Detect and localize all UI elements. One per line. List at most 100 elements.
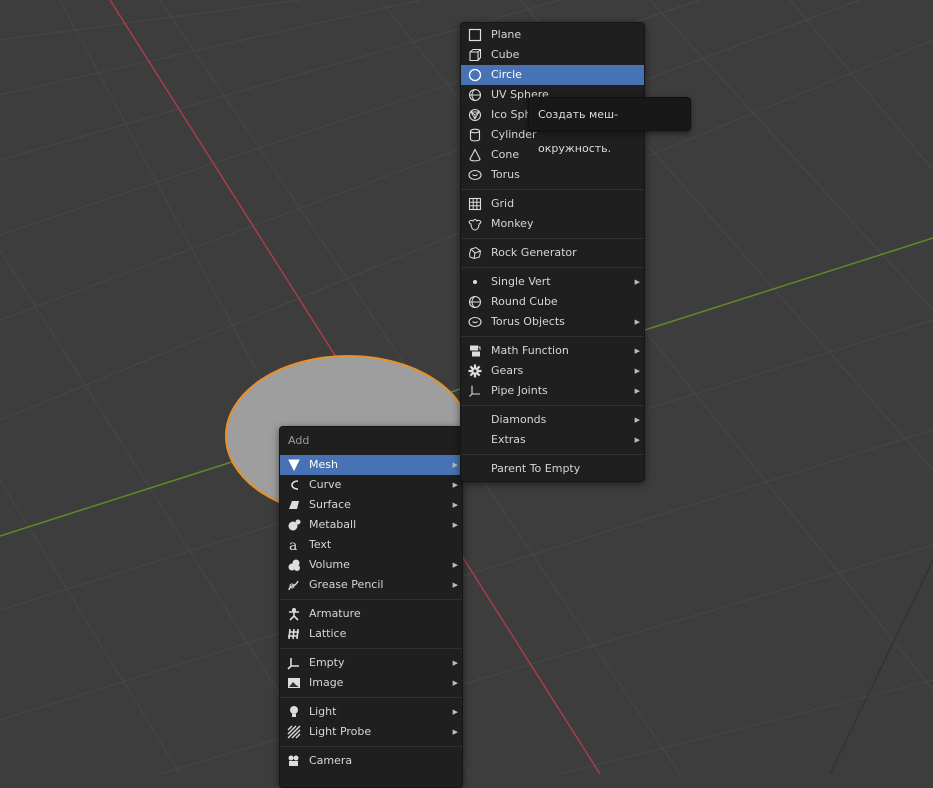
submenu-arrow-icon: ▶: [634, 347, 640, 355]
add-menu-item-image[interactable]: Image ▶: [280, 673, 462, 693]
light-icon: [287, 705, 301, 719]
add-menu-item-label: Text: [309, 538, 332, 551]
add-menu-item-label: Surface: [309, 498, 351, 511]
menu-separator: [461, 454, 644, 455]
mesh-menu-item-monkey[interactable]: Monkey: [461, 214, 644, 234]
add-menu-item-metaball[interactable]: Metaball ▶: [280, 515, 462, 535]
mesh-icon: [287, 458, 301, 472]
uv-sphere-icon: [468, 88, 482, 102]
add-menu-item-label: Camera: [309, 754, 353, 767]
torus-icon: [468, 315, 482, 329]
submenu-arrow-icon: ▶: [452, 659, 458, 667]
submenu-arrow-icon: ▶: [452, 521, 458, 529]
menu-separator: [461, 189, 644, 190]
add-menu-item-empty[interactable]: Empty ▶: [280, 653, 462, 673]
mesh-menu-item-extras[interactable]: Extras ▶: [461, 430, 644, 450]
mesh-menu-item-plane[interactable]: Plane: [461, 25, 644, 45]
submenu-arrow-icon: ▶: [452, 461, 458, 469]
mesh-menu-item-label: Math Function: [491, 344, 569, 357]
mesh-menu-item-label: Pipe Joints: [491, 384, 548, 397]
mesh-menu-item-cube[interactable]: Cube: [461, 45, 644, 65]
mesh-menu-item-rock-generator[interactable]: Rock Generator: [461, 243, 644, 263]
mesh-menu-item-label: Plane: [491, 28, 522, 41]
add-menu: Add Mesh ▶ Curve ▶ Surface ▶ Metaball ▶ a Text Vol…: [279, 426, 463, 788]
mesh-menu-item-parent-to-empty[interactable]: Parent To Empty: [461, 459, 644, 479]
submenu-arrow-icon: ▶: [634, 278, 640, 286]
mesh-menu-item-gears[interactable]: Gears ▶: [461, 361, 644, 381]
mesh-menu-item-pipe-joints[interactable]: Pipe Joints ▶: [461, 381, 644, 401]
plane-icon: [468, 28, 482, 42]
circle-icon: [468, 68, 482, 82]
mesh-menu-items: Plane Cube Circle UV Sphere Ico Sphere Cylind…: [461, 25, 644, 479]
mesh-menu-item-label: Parent To Empty: [491, 462, 581, 475]
add-menu-item-armature[interactable]: Armature: [280, 604, 462, 624]
mesh-menu-item-torus-objects[interactable]: Torus Objects ▶: [461, 312, 644, 332]
mesh-menu-item-round-cube[interactable]: Round Cube: [461, 292, 644, 312]
mesh-menu-item-label: Cone: [491, 148, 520, 161]
mesh-menu-item-label: Grid: [491, 197, 515, 210]
add-menu-item-volume[interactable]: Volume ▶: [280, 555, 462, 575]
add-menu-item-light-probe[interactable]: Light Probe ▶: [280, 722, 462, 742]
menu-separator: [280, 599, 462, 600]
add-menu-item-label: Empty: [309, 656, 345, 669]
text-icon: a: [287, 538, 301, 552]
submenu-arrow-icon: ▶: [634, 367, 640, 375]
camera-icon: [287, 754, 301, 768]
mesh-menu-item-label: Torus Objects: [491, 315, 565, 328]
mesh-menu-item-single-vert[interactable]: Single Vert ▶: [461, 272, 644, 292]
menu-separator: [280, 648, 462, 649]
add-menu-item-text[interactable]: a Text: [280, 535, 462, 555]
add-menu-item-camera[interactable]: Camera: [280, 751, 462, 771]
grid-icon: [468, 197, 482, 211]
menu-separator: [461, 405, 644, 406]
grease-pencil-icon: [287, 578, 301, 592]
mesh-menu-item-label: Circle: [491, 68, 522, 81]
add-menu-item-lattice[interactable]: Lattice: [280, 624, 462, 644]
add-menu-item-curve[interactable]: Curve ▶: [280, 475, 462, 495]
submenu-arrow-icon: ▶: [634, 387, 640, 395]
submenu-arrow-icon: ▶: [452, 679, 458, 687]
vertex-dot-icon: [468, 275, 482, 289]
torus-icon: [468, 168, 482, 182]
mesh-menu-item-torus[interactable]: Torus: [461, 165, 644, 185]
cube-icon: [468, 48, 482, 62]
mesh-menu-item-math-function[interactable]: Math Function ▶: [461, 341, 644, 361]
mesh-menu-item-circle[interactable]: Circle: [461, 65, 644, 85]
mesh-menu-item-label: Single Vert: [491, 275, 551, 288]
add-menu-item-label: Grease Pencil: [309, 578, 384, 591]
mesh-menu-item-label: Rock Generator: [491, 246, 577, 259]
add-menu-item-label: Mesh: [309, 458, 338, 471]
add-menu-item-mesh[interactable]: Mesh ▶: [280, 455, 462, 475]
submenu-arrow-icon: ▶: [452, 561, 458, 569]
svg-text:a: a: [289, 538, 297, 552]
add-menu-item-grease-pencil[interactable]: Grease Pencil ▶: [280, 575, 462, 595]
add-menu-items: Mesh ▶ Curve ▶ Surface ▶ Metaball ▶ a Text Volume ▶…: [280, 455, 462, 771]
cone-icon: [468, 148, 482, 162]
round-cube-icon: [468, 295, 482, 309]
submenu-arrow-icon: ▶: [634, 416, 640, 424]
mesh-menu-item-label: Diamonds: [491, 413, 547, 426]
add-menu-item-label: Volume: [309, 558, 350, 571]
submenu-arrow-icon: ▶: [452, 481, 458, 489]
mesh-menu-item-diamonds[interactable]: Diamonds ▶: [461, 410, 644, 430]
mesh-menu-item-label: Gears: [491, 364, 524, 377]
light-probe-icon: [287, 725, 301, 739]
menu-separator: [461, 336, 644, 337]
rock-icon: [468, 246, 482, 260]
mesh-menu-item-label: Cube: [491, 48, 520, 61]
submenu-arrow-icon: ▶: [634, 436, 640, 444]
math-function-icon: [468, 344, 482, 358]
add-menu-item-label: Lattice: [309, 627, 347, 640]
mesh-menu-item-label: Extras: [491, 433, 526, 446]
ico-sphere-icon: [468, 108, 482, 122]
submenu-arrow-icon: ▶: [452, 708, 458, 716]
mesh-menu-item-grid[interactable]: Grid: [461, 194, 644, 214]
submenu-arrow-icon: ▶: [452, 728, 458, 736]
add-menu-item-label: Metaball: [309, 518, 357, 531]
add-menu-item-surface[interactable]: Surface ▶: [280, 495, 462, 515]
mesh-menu-item-label: Torus: [491, 168, 520, 181]
empty-icon: [287, 656, 301, 670]
lattice-icon: [287, 627, 301, 641]
tooltip: Создать меш-окружность.: [528, 97, 691, 155]
add-menu-item-light[interactable]: Light ▶: [280, 702, 462, 722]
